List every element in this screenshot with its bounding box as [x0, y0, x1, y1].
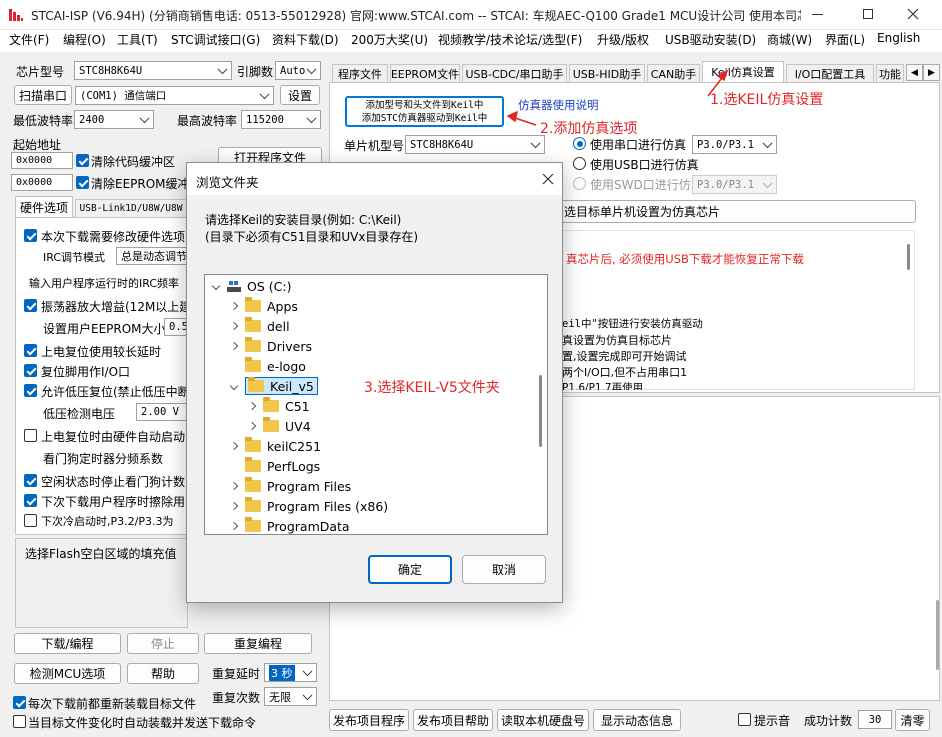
folder-icon [245, 317, 261, 332]
folder-icon [263, 417, 279, 432]
chevron-right-icon [223, 521, 245, 531]
folder-icon [263, 397, 279, 412]
annotation-2: 2.添加仿真选项 [540, 121, 638, 137]
annotation-1: 1.选KEIL仿真设置 [710, 92, 824, 108]
folder-icon [245, 457, 261, 472]
tree-scrollbar-thumb[interactable] [539, 375, 542, 447]
folder-icon [245, 437, 261, 452]
chevron-right-icon [241, 421, 263, 431]
folder-icon [245, 297, 261, 312]
cancel-button[interactable]: 取消 [462, 555, 546, 584]
tree-item-drivers[interactable]: Drivers [223, 336, 533, 356]
tree-item-programdata[interactable]: ProgramData [223, 516, 533, 534]
folder-tree[interactable]: OS (C:) Apps dell Drivers e-logo Keil_v5… [204, 274, 548, 535]
tree-item-e-logo[interactable]: e-logo [223, 356, 533, 376]
chevron-right-icon [223, 481, 245, 491]
dialog-title: 浏览文件夹 [196, 175, 259, 190]
tree-item-uv4[interactable]: UV4 [241, 416, 531, 436]
chevron-right-icon [223, 441, 245, 451]
dialog-close-icon[interactable] [542, 173, 554, 185]
chevron-right-icon [223, 501, 245, 511]
folder-icon [245, 477, 261, 492]
tree-item-dell[interactable]: dell [223, 316, 533, 336]
folder-icon [248, 377, 264, 392]
tree-item-os-c[interactable]: OS (C:) [205, 276, 535, 296]
chevron-right-icon [223, 301, 245, 311]
chevron-right-icon [223, 321, 245, 331]
dialog-desc-2: (目录下必须有C51目录和UVx目录存在) [205, 230, 419, 244]
tree-item-apps[interactable]: Apps [223, 296, 533, 316]
drive-icon [227, 280, 245, 292]
folder-icon [245, 357, 261, 372]
folder-icon [245, 337, 261, 352]
tree-item-c51[interactable]: C51 [241, 396, 531, 416]
folder-icon [245, 517, 261, 532]
tree-item-program-files[interactable]: Program Files [223, 476, 533, 496]
tree-item-keil-v5-highlight: Keil_v5 [245, 377, 318, 395]
tree-item-perflogs[interactable]: PerfLogs [223, 456, 533, 476]
ok-button[interactable]: 确定 [368, 555, 452, 584]
chevron-right-icon [223, 341, 245, 351]
chevron-down-icon [205, 281, 227, 291]
annotation-3: 3.选择KEIL-V5文件夹 [364, 380, 500, 396]
tree-item-program-files-x86[interactable]: Program Files (x86) [223, 496, 533, 516]
chevron-right-icon [241, 401, 263, 411]
folder-icon [245, 497, 261, 512]
tree-item-keilc251[interactable]: keilC251 [223, 436, 533, 456]
dialog-desc-1: 请选择Keil的安装目录(例如: C:\Keil) [205, 213, 402, 227]
chevron-down-icon [223, 381, 245, 391]
